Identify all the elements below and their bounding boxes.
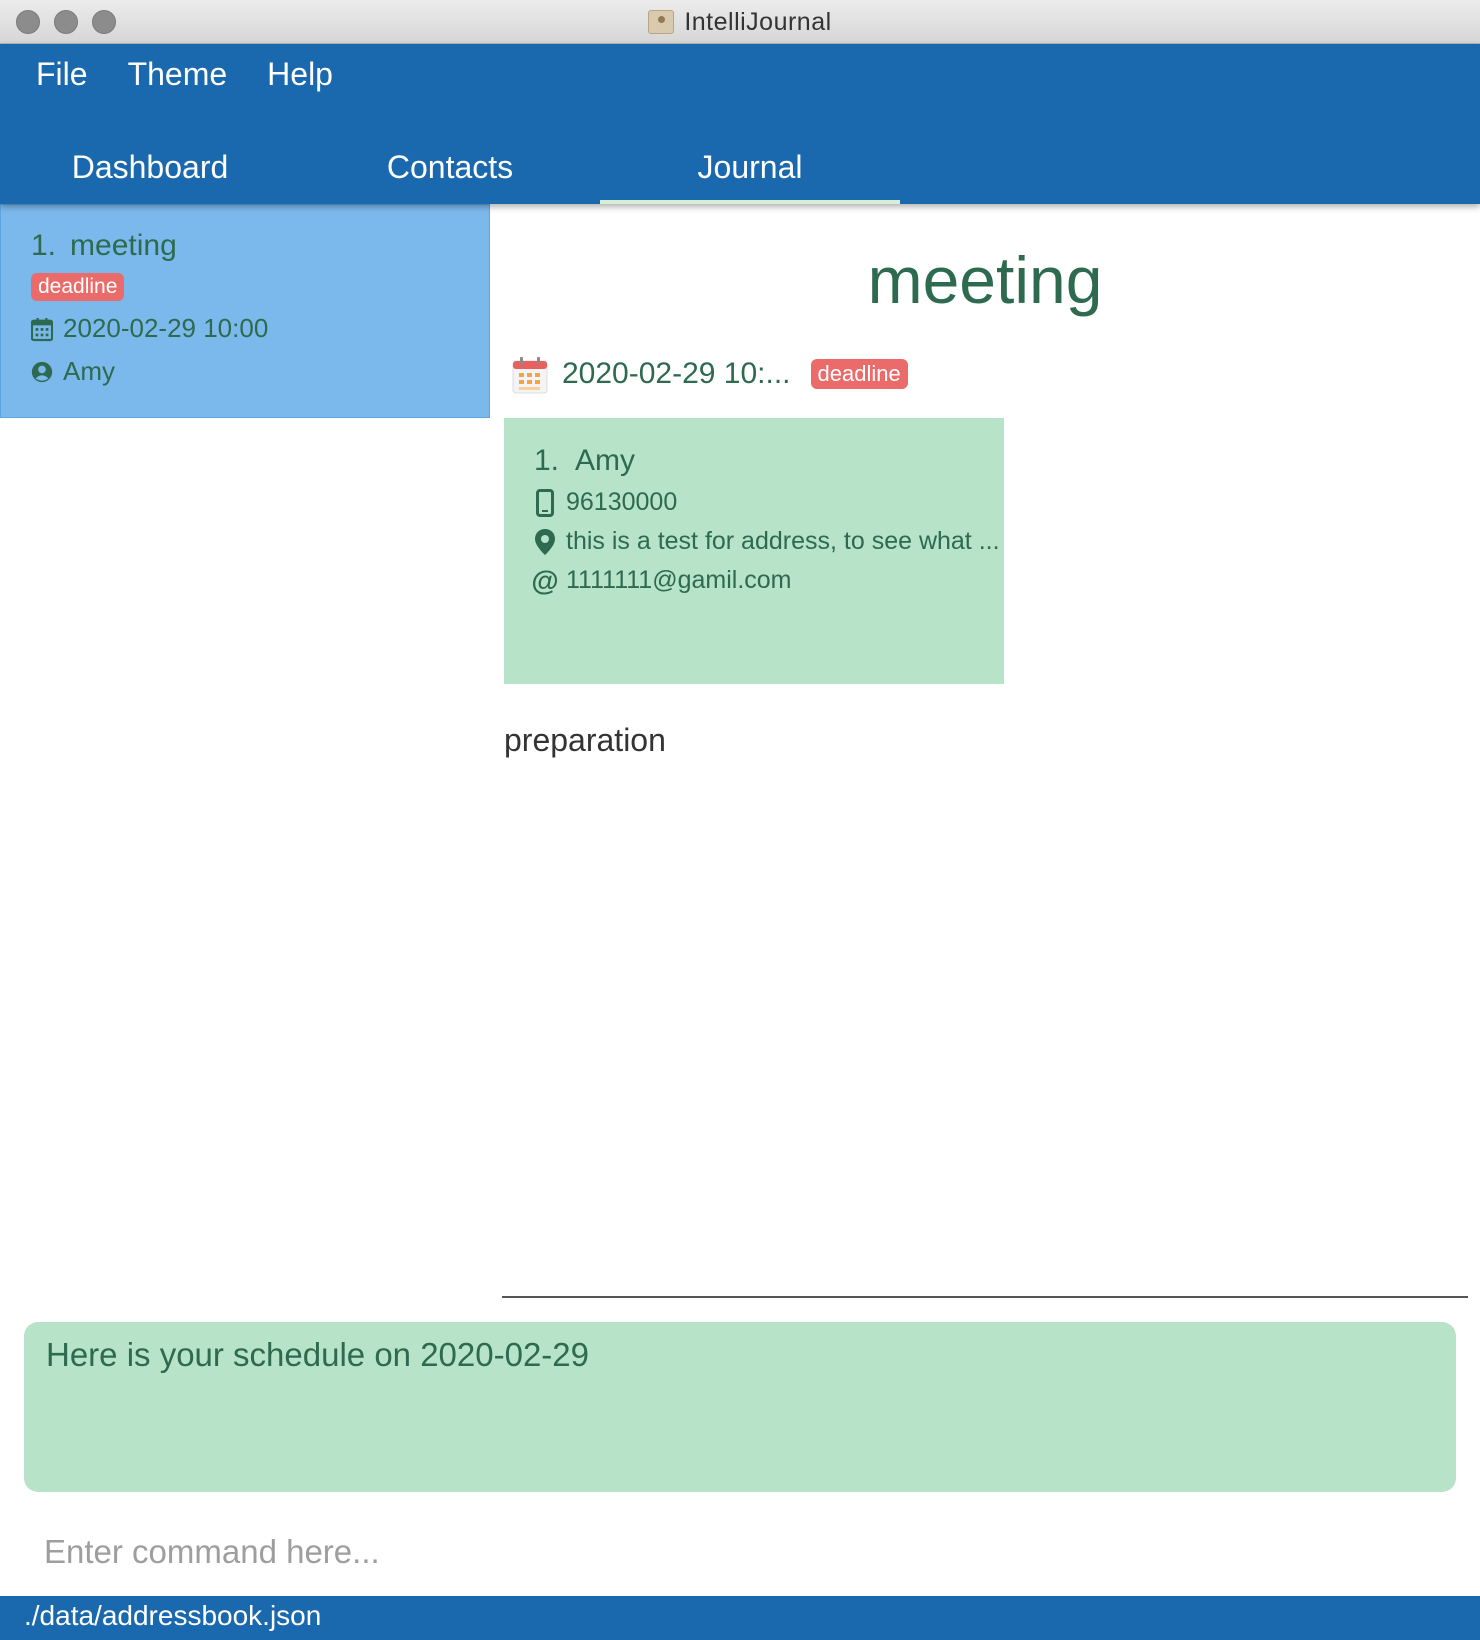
list-item[interactable]: 1. meeting deadline 2020-02-29 10:00 Amy: [0, 204, 490, 418]
contact-index: 1.: [534, 444, 560, 477]
window-title: IntelliJournal: [684, 7, 832, 36]
divider: [502, 1296, 1468, 1298]
user-circle-icon: [31, 359, 53, 385]
list-item-person: Amy: [63, 356, 115, 386]
menu-file[interactable]: File: [36, 56, 88, 93]
tab-dashboard[interactable]: Dashboard: [0, 130, 300, 204]
app-header: File Theme Help Dashboard Contacts Journ…: [0, 44, 1480, 204]
at-sign-icon: @: [531, 564, 559, 596]
detail-description: preparation: [504, 722, 666, 758]
tab-bar: Dashboard Contacts Journal: [0, 130, 900, 204]
result-display: Here is your schedule on 2020-02-29: [24, 1322, 1456, 1492]
command-input[interactable]: [24, 1512, 1456, 1592]
detail-datetime: 2020-02-29 10:...: [562, 357, 791, 390]
tab-contacts[interactable]: Contacts: [300, 130, 600, 204]
status-bar: ./data/addressbook.json: [0, 1596, 1480, 1640]
phone-icon: [534, 488, 556, 517]
list-item-index: 1.: [31, 229, 57, 262]
status-file-path: ./data/addressbook.json: [24, 1600, 322, 1631]
contact-address: this is a test for address, to see what …: [566, 527, 1000, 555]
contact-name: Amy: [575, 444, 636, 477]
contact-card[interactable]: 1. Amy 96130000 this is a test for addre…: [504, 418, 1004, 684]
app-icon: [648, 10, 675, 34]
calendar-icon: [512, 356, 548, 394]
list-item-tag: deadline: [31, 273, 125, 301]
contact-phone: 96130000: [566, 488, 678, 516]
detail-tag: deadline: [810, 359, 908, 389]
list-item-datetime: 2020-02-29 10:00: [63, 313, 269, 343]
menu-theme[interactable]: Theme: [128, 56, 228, 93]
contact-email: 1111111@gamil.com: [566, 566, 792, 594]
detail-title: meeting: [867, 243, 1103, 317]
tab-journal[interactable]: Journal: [600, 130, 900, 204]
calendar-icon: [31, 316, 53, 342]
list-item-title: meeting: [70, 229, 177, 262]
window-titlebar: IntelliJournal: [0, 0, 1480, 44]
location-pin-icon: [534, 528, 556, 555]
menu-help[interactable]: Help: [267, 56, 333, 93]
detail-meta: 2020-02-29 10:... deadline: [512, 356, 908, 394]
menubar: File Theme Help: [36, 56, 333, 93]
